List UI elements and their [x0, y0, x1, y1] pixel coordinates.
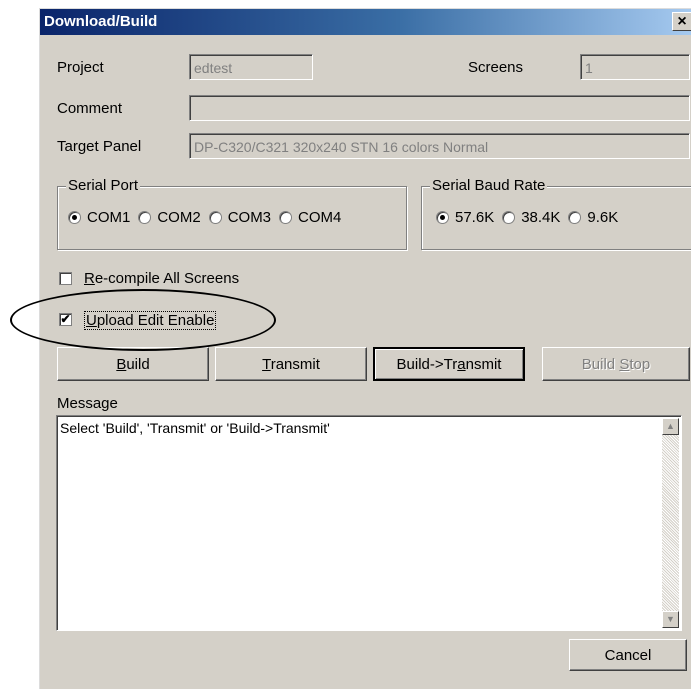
scroll-down-button[interactable]: ▼	[662, 611, 679, 628]
highlight-ellipse	[10, 289, 276, 351]
build-button[interactable]: Build	[57, 347, 209, 381]
radio-com2[interactable]: COM2	[138, 209, 201, 226]
radio-button-selected[interactable]	[436, 211, 449, 224]
transmit-label-text: ransmit	[270, 355, 320, 373]
radio-9k-label: 9.6K	[587, 209, 619, 226]
build-stop-label-pre: Build	[581, 355, 620, 373]
build-transmit-button[interactable]: Build->Transmit	[373, 347, 525, 381]
build-transmit-button-label: Build->Transmit	[397, 356, 502, 373]
transmit-button-label: Transmit	[262, 356, 320, 373]
serial-port-title: Serial Port	[66, 177, 141, 194]
radio-com2-label: COM2	[157, 209, 201, 226]
baud-rate-title: Serial Baud Rate	[430, 177, 548, 194]
transmit-mnemonic: T	[262, 355, 271, 373]
radio-57k-label: 57.6K	[455, 209, 495, 226]
close-icon: ×	[677, 13, 687, 30]
radio-com4[interactable]: COM4	[279, 209, 341, 226]
project-field: edtest	[189, 54, 313, 80]
build-button-label: Build	[116, 356, 149, 373]
recompile-checkbox[interactable]	[59, 272, 72, 285]
cancel-button[interactable]: Cancel	[569, 639, 687, 671]
comment-label: Comment	[57, 100, 123, 117]
radio-com4-label: COM4	[298, 209, 342, 226]
window-title: Download/Build	[44, 13, 158, 30]
build-transmit-mnemonic: a	[457, 355, 466, 373]
radio-com3-label: COM3	[227, 209, 272, 226]
radio-button[interactable]	[138, 211, 152, 224]
radio-com3[interactable]: COM3	[208, 209, 272, 226]
radio-38k[interactable]: 38.4K	[502, 209, 560, 226]
scroll-up-icon: ▲	[666, 421, 675, 431]
target-panel-field: DP-C320/C321 320x240 STN 16 colors Norma…	[189, 133, 690, 159]
baud-rate-options: 57.6K 38.4K 9.6K	[436, 209, 626, 226]
radio-57k[interactable]: 57.6K	[436, 209, 494, 226]
radio-38k-label: 38.4K	[521, 209, 561, 226]
screens-label: Screens	[468, 59, 524, 76]
radio-button-selected[interactable]	[68, 211, 81, 224]
radio-button[interactable]	[208, 211, 222, 224]
scroll-up-button[interactable]: ▲	[662, 418, 679, 435]
scroll-down-icon: ▼	[666, 614, 675, 624]
recompile-label[interactable]: Re-compile All Screens	[84, 270, 239, 287]
recompile-label-text: e-compile All Screens	[94, 270, 240, 287]
project-label: Project	[57, 59, 104, 76]
transmit-button[interactable]: Transmit	[215, 347, 367, 381]
build-stop-mnemonic: S	[619, 355, 630, 373]
message-text: Select 'Build', 'Transmit' or 'Build->Tr…	[60, 420, 330, 436]
build-transmit-label-post: nsmit	[465, 355, 502, 373]
message-label: Message	[57, 395, 118, 412]
build-mnemonic: B	[116, 355, 127, 373]
comment-field	[189, 95, 690, 121]
radio-button[interactable]	[502, 211, 516, 224]
cancel-button-label: Cancel	[604, 646, 652, 664]
build-stop-button[interactable]: Build Stop	[542, 347, 690, 381]
radio-9k[interactable]: 9.6K	[568, 209, 618, 226]
build-transmit-label-pre: Build->Tr	[396, 355, 458, 373]
radio-com1[interactable]: COM1	[68, 209, 130, 226]
serial-port-options: COM1 COM2 COM3 COM4	[68, 209, 349, 226]
message-box[interactable]: Select 'Build', 'Transmit' or 'Build->Tr…	[56, 415, 682, 631]
baud-rate-group: Serial Baud Rate 57.6K 38.4K 9.6K	[421, 177, 691, 250]
build-label-text: uild	[126, 355, 150, 373]
screens-field: 1	[580, 54, 690, 80]
serial-port-group: Serial Port COM1 COM2 COM3 COM4	[57, 177, 407, 250]
recompile-mnemonic: R	[84, 270, 95, 287]
radio-button[interactable]	[568, 211, 582, 224]
radio-com1-label: COM1	[87, 209, 131, 226]
close-button[interactable]: ×	[672, 12, 691, 31]
message-scrollbar[interactable]: ▲ ▼	[662, 418, 679, 628]
radio-button[interactable]	[279, 211, 293, 224]
title-bar[interactable]: Download/Build ×	[40, 9, 691, 35]
build-stop-label-post: top	[629, 355, 651, 373]
build-stop-button-label: Build Stop	[582, 356, 650, 373]
target-panel-label: Target Panel	[57, 138, 142, 155]
